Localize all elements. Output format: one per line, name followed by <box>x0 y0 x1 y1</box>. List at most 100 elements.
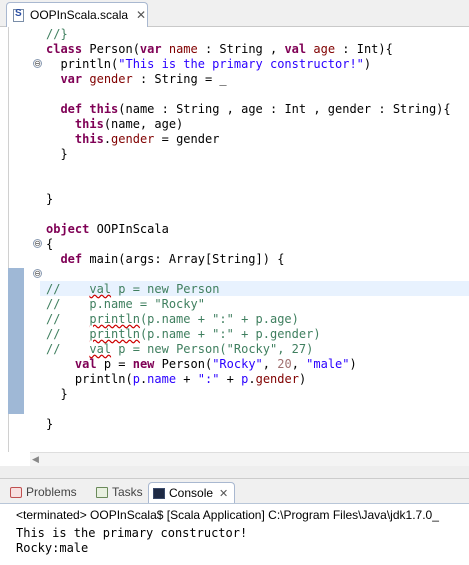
code-token: + <box>219 372 242 386</box>
problems-icon <box>10 486 22 498</box>
code-token: (name : String , age : Int , gender : St… <box>118 102 451 116</box>
code-token: : String = _ <box>132 72 227 86</box>
scroll-left-icon[interactable]: ◀ <box>32 454 39 465</box>
code-token: } <box>46 147 68 161</box>
code-token: , <box>262 357 278 371</box>
code-token: var <box>139 42 162 56</box>
code-token: gender <box>255 372 299 386</box>
code-token: (p.name + ":" + p.gender) <box>139 327 321 341</box>
horizontal-scrollbar[interactable]: ◀ <box>30 452 469 466</box>
code-token: def <box>60 252 83 266</box>
console-output-line: This is the primary constructor! <box>16 526 248 540</box>
code-editor[interactable] <box>8 27 469 452</box>
code-token: 20 <box>277 357 292 371</box>
code-token: println( <box>46 372 133 386</box>
panel-tab-bar: Problems Tasks Console ✕ <box>0 479 469 504</box>
code-line[interactable]: } <box>46 147 68 162</box>
fold-toggle-icon[interactable]: ⊖ <box>33 239 42 248</box>
code-token: // <box>46 282 90 296</box>
code-token: : Int){ <box>335 42 393 56</box>
code-token: "Rocky" <box>212 357 263 371</box>
code-token: // <box>46 312 90 326</box>
code-line[interactable]: def main(args: Array[String]) { <box>46 252 284 267</box>
code-line[interactable]: def this(name : String , age : Int , gen… <box>46 102 451 117</box>
code-token: // <box>46 342 90 356</box>
code-line[interactable]: class Person(var name : String , val age… <box>46 42 393 57</box>
code-token: . <box>103 132 112 146</box>
tab-console-label: Console <box>169 486 214 500</box>
code-token: , <box>291 357 307 371</box>
close-icon[interactable]: ✕ <box>136 8 146 22</box>
code-token: OOPInScala <box>89 222 169 236</box>
console-output-line: Rocky:male <box>16 541 89 555</box>
code-token: def <box>60 102 83 116</box>
code-line[interactable]: // val p = new Person <box>46 282 219 297</box>
fold-toggle-icon[interactable]: ⊖ <box>33 59 42 68</box>
code-token: gender <box>111 132 155 146</box>
code-token: // p.name = "Rocky" <box>46 297 205 311</box>
tasks-icon <box>96 486 108 498</box>
code-token: gender <box>89 72 133 86</box>
code-token: ":" <box>197 372 220 386</box>
code-token: println <box>89 312 140 326</box>
code-line[interactable]: var gender : String = _ <box>46 72 227 87</box>
code-line[interactable]: println("This is the primary constructor… <box>46 57 371 72</box>
editor-tab-label: OOPInScala.scala <box>30 8 129 22</box>
code-line[interactable]: object OOPInScala <box>46 222 169 237</box>
code-token: ) <box>363 57 372 71</box>
code-token: { <box>46 237 54 251</box>
code-token: // <box>46 327 90 341</box>
code-line[interactable]: // val p = new Person("Rocky", 27) <box>46 342 313 357</box>
code-token: ) <box>298 372 307 386</box>
code-token: val <box>89 282 112 296</box>
code-token: this <box>89 102 119 116</box>
code-line[interactable]: // println(p.name + ":" + p.age) <box>46 312 299 327</box>
code-line[interactable]: } <box>46 387 68 402</box>
code-token: var <box>60 72 83 86</box>
code-line[interactable]: this.gender = gender <box>46 132 220 147</box>
code-line[interactable]: { <box>46 237 53 252</box>
code-token: + <box>176 372 198 386</box>
close-icon[interactable]: ✕ <box>219 487 228 500</box>
code-line[interactable]: val p = new Person("Rocky", 20, "male") <box>46 357 357 372</box>
code-line[interactable]: //} <box>46 27 68 42</box>
tab-console[interactable]: Console ✕ <box>148 482 236 503</box>
code-token: name <box>147 372 177 386</box>
code-token: p = new Person("Rocky", 27) <box>111 342 314 356</box>
tab-tasks[interactable]: Tasks <box>92 482 143 502</box>
code-line[interactable]: // p.name = "Rocky" <box>46 297 205 312</box>
code-token: p = <box>96 357 133 371</box>
code-token: class <box>46 42 83 56</box>
code-token: //} <box>46 27 68 41</box>
tab-problems[interactable]: Problems <box>6 482 77 502</box>
code-line[interactable]: println(p.name + ":" + p.gender) <box>46 372 306 387</box>
code-token: p <box>132 372 140 386</box>
change-marker-bar <box>8 268 24 414</box>
code-line[interactable]: // println(p.name + ":" + p.gender) <box>46 327 321 342</box>
code-token: this <box>74 117 104 131</box>
code-token: this <box>74 132 104 146</box>
code-token: . <box>248 372 256 386</box>
code-token: "This is the primary constructor!" <box>118 57 364 71</box>
code-token: new <box>132 357 155 371</box>
panel-divider[interactable] <box>0 466 469 479</box>
tab-tasks-label: Tasks <box>112 485 143 499</box>
code-token: Person( <box>154 357 213 371</box>
code-line[interactable]: } <box>46 192 53 207</box>
console-status-line: <terminated> OOPInScala$ [Scala Applicat… <box>16 508 439 522</box>
tab-problems-label: Problems <box>26 485 77 499</box>
code-line[interactable]: this(name, age) <box>46 117 183 132</box>
code-token: = gender <box>154 132 220 146</box>
code-line[interactable]: } <box>46 417 53 432</box>
editor-tab-oopinscala[interactable]: OOPInScala.scala ✕ <box>6 2 148 27</box>
console-icon <box>153 487 165 499</box>
editor-tab-bar: OOPInScala.scala ✕ <box>0 0 469 27</box>
code-token: } <box>46 387 68 401</box>
fold-toggle-icon[interactable]: ⊖ <box>33 269 42 278</box>
code-token: } <box>46 417 54 431</box>
